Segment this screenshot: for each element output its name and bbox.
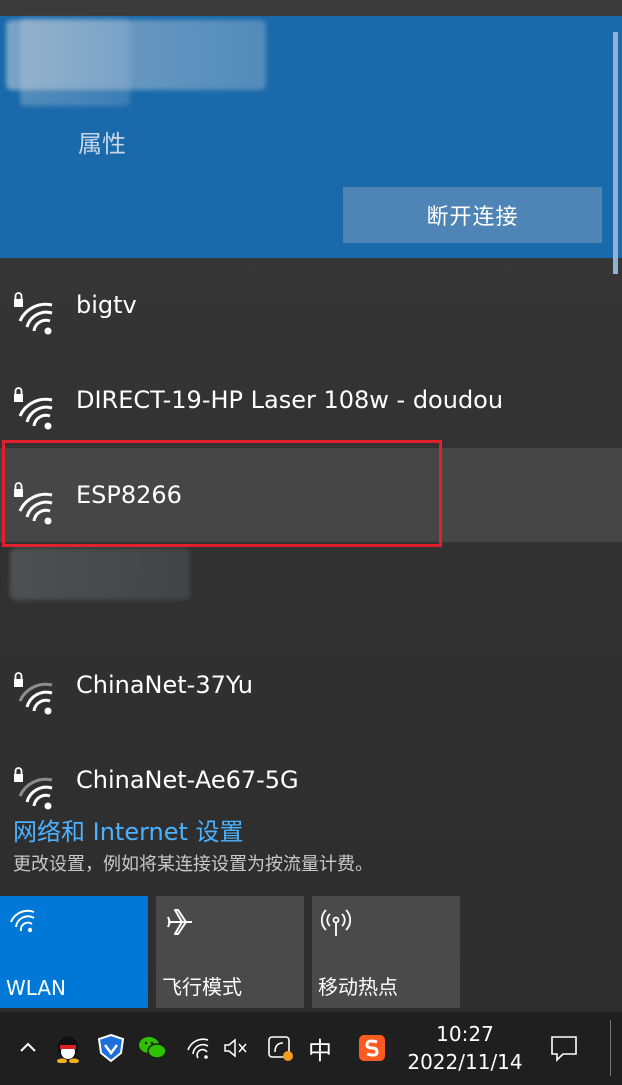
- network-name: DIRECT-19-HP Laser 108w - doudou: [76, 386, 504, 414]
- qq-penguin-icon[interactable]: [52, 1032, 84, 1064]
- connected-network-card[interactable]: 属性 断开连接: [0, 16, 622, 274]
- input-method-indicator[interactable]: 中: [304, 1032, 336, 1065]
- secured-wifi-weak-icon: [12, 671, 58, 717]
- network-name: ChinaNet-Ae67-5G: [76, 766, 299, 794]
- wechat-icon[interactable]: [137, 1032, 169, 1064]
- network-name: bigtv: [76, 291, 137, 319]
- secured-wifi-icon: [12, 386, 58, 432]
- annotation-red-box: [2, 440, 442, 547]
- network-item-bigtv[interactable]: bigtv: [0, 265, 622, 360]
- redacted-network-status: [20, 18, 130, 106]
- scrollbar[interactable]: [613, 32, 618, 274]
- secured-wifi-weak-icon: [12, 766, 58, 812]
- properties-link[interactable]: 属性: [78, 124, 126, 159]
- tile-label: 飞行模式: [162, 975, 242, 999]
- airplane-icon: [164, 906, 196, 938]
- settings-description: 更改设置，例如将某连接设置为按流量计费。: [13, 854, 373, 875]
- show-desktop-divider[interactable]: [610, 1020, 611, 1076]
- network-item-chinanet-37yu[interactable]: ChinaNet-37Yu: [0, 645, 622, 740]
- network-name: ChinaNet-37Yu: [76, 671, 253, 699]
- taskbar: 中 10:27 2022/11/14: [0, 1012, 622, 1085]
- tile-wlan[interactable]: WLAN: [0, 896, 148, 1008]
- disconnect-button[interactable]: 断开连接: [343, 187, 602, 243]
- security-shield-icon[interactable]: [95, 1032, 127, 1064]
- show-hidden-icons-chevron-up-icon[interactable]: [12, 1032, 44, 1064]
- sogou-input-icon[interactable]: [356, 1032, 388, 1064]
- network-flyout: 属性 断开连接 bigtv DIRECT-19-HP Laser 108w - …: [0, 0, 622, 1012]
- redacted-network-item: [10, 548, 190, 600]
- input-mode-icon[interactable]: [264, 1032, 296, 1064]
- taskbar-clock[interactable]: 10:27 2022/11/14: [405, 1020, 525, 1076]
- tile-label: WLAN: [6, 976, 67, 1000]
- clock-date: 2022/11/14: [407, 1050, 523, 1074]
- clock-time: 10:27: [436, 1022, 494, 1046]
- volume-muted-icon[interactable]: [220, 1032, 252, 1064]
- network-internet-settings-link[interactable]: 网络和 Internet 设置: [13, 812, 244, 847]
- secured-wifi-icon: [12, 291, 58, 337]
- tile-airplane-mode[interactable]: 飞行模式: [156, 896, 304, 1008]
- hotspot-icon: [320, 906, 352, 938]
- wifi-icon[interactable]: [183, 1032, 215, 1064]
- action-center-notification-icon[interactable]: [548, 1032, 580, 1064]
- tile-label: 移动热点: [318, 975, 398, 999]
- wifi-icon: [8, 906, 40, 938]
- tile-mobile-hotspot[interactable]: 移动热点: [312, 896, 460, 1008]
